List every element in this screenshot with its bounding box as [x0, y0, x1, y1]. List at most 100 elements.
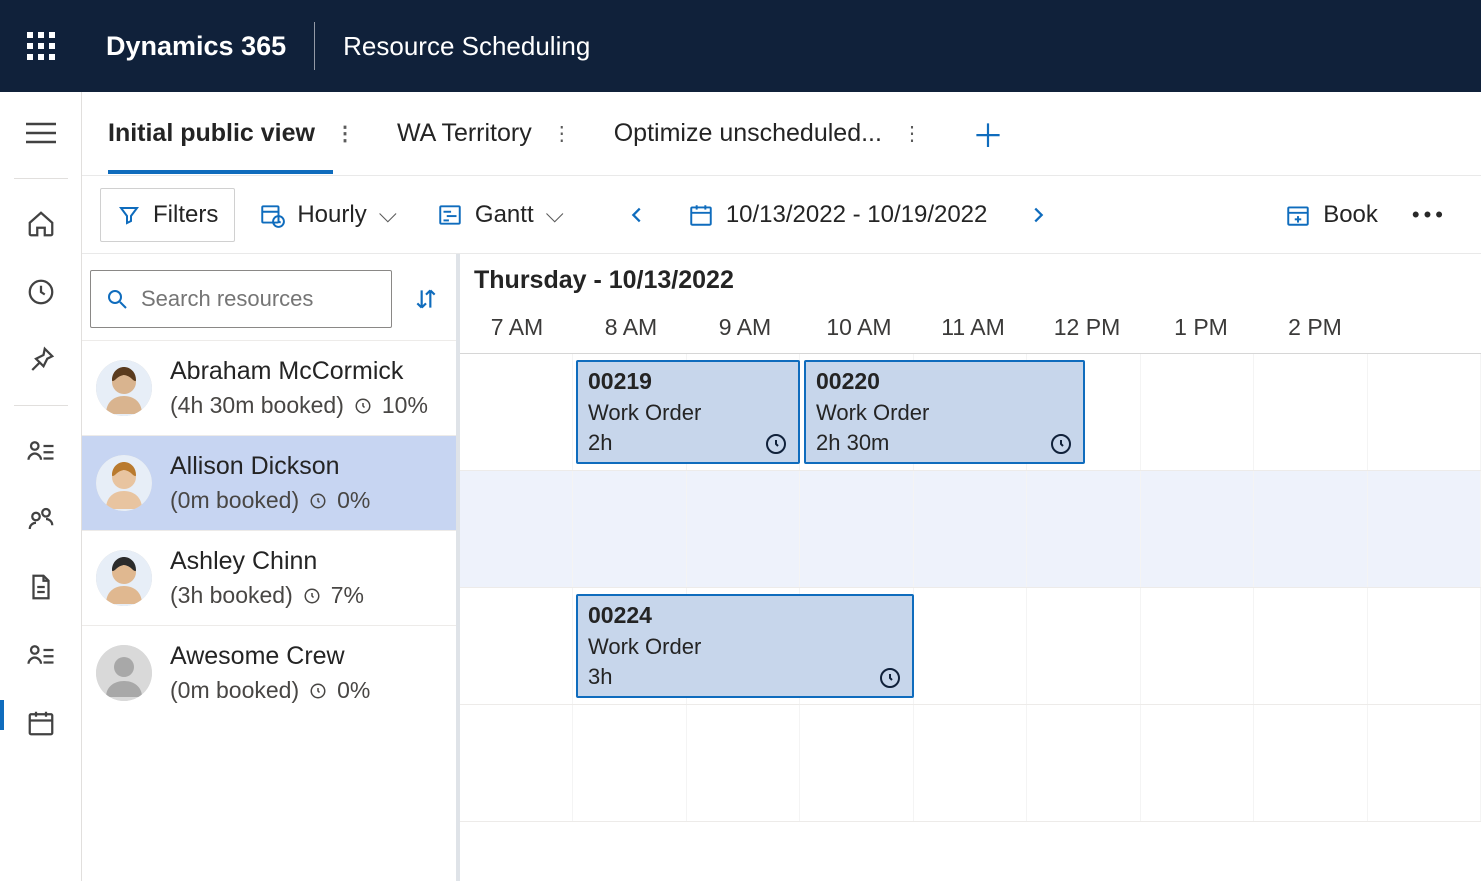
toolbar-overflow-button[interactable]: ••• [1402, 194, 1457, 236]
resource-row[interactable]: Ashley Chinn (3h booked)7% [82, 530, 456, 625]
next-range-button[interactable] [1011, 188, 1065, 242]
booking-type: Work Order [588, 634, 902, 660]
booking-card[interactable]: 00220 Work Order 2h 30m [804, 360, 1085, 464]
pin-icon[interactable] [18, 337, 64, 383]
app-title: Resource Scheduling [343, 31, 590, 62]
resource-subtext: (3h booked)7% [170, 582, 364, 609]
resource-subtext: (0m booked)0% [170, 677, 370, 704]
people-list-icon[interactable] [18, 428, 64, 474]
left-nav-rail [0, 92, 82, 881]
tab-optimize-unscheduled[interactable]: Optimize unscheduled... ⋮ [614, 115, 928, 152]
resource-name: Abraham McCormick [170, 357, 428, 386]
clock-icon [303, 587, 321, 605]
team-icon[interactable] [18, 496, 64, 542]
clock-icon [309, 492, 327, 510]
resource-row[interactable]: Allison Dickson(0m booked)0% [82, 435, 456, 530]
schedule-toolbar: Filters Hourly ⌵ Gantt ⌵ 10/13/2022 - 10… [82, 176, 1481, 254]
calendar-clock-icon [259, 202, 285, 228]
search-icon [105, 287, 129, 311]
calendar-icon [688, 202, 714, 228]
app-header: Dynamics 365 Resource Scheduling [0, 0, 1481, 92]
timeline-row[interactable]: 00224Work Order3h [460, 588, 1481, 705]
tab-label: WA Territory [397, 119, 532, 148]
add-tab-button[interactable]: ＋ [964, 111, 1012, 157]
rail-separator [14, 405, 68, 406]
search-resources-box[interactable] [90, 270, 392, 328]
booking-duration: 2h [588, 430, 612, 456]
home-icon[interactable] [18, 201, 64, 247]
waffle-icon [27, 32, 55, 60]
timeline-pane: Thursday - 10/13/2022 7 AM8 AM9 AM10 AM 1… [460, 254, 1481, 881]
granularity-dropdown[interactable]: Hourly ⌵ [243, 188, 413, 242]
day-label: Thursday - 10/13/2022 [460, 254, 1481, 295]
hour-label: 10 AM [802, 314, 916, 341]
sort-button[interactable] [408, 281, 444, 317]
avatar [96, 360, 152, 416]
resource-name: Ashley Chinn [170, 547, 364, 576]
timeline-header: Thursday - 10/13/2022 7 AM8 AM9 AM10 AM 1… [460, 254, 1481, 354]
granularity-label: Hourly [297, 201, 366, 229]
date-range-label: 10/13/2022 - 10/19/2022 [726, 201, 988, 229]
resource-list: Abraham McCormick(4h 30m booked)10%Allis… [82, 340, 456, 881]
clock-icon [1049, 432, 1073, 456]
hour-label: 1 PM [1144, 314, 1258, 341]
chevron-down-icon: ⌵ [546, 201, 564, 229]
tab-more-icon[interactable]: ⋮ [329, 115, 361, 152]
resource-row[interactable]: Awesome Crew (0m booked)0% [82, 625, 456, 720]
resource-row[interactable]: Abraham McCormick(4h 30m booked)10% [82, 340, 456, 435]
timeline-row[interactable] [460, 705, 1481, 822]
booking-type: Work Order [588, 400, 788, 426]
app-launcher-button[interactable] [18, 23, 64, 69]
filters-button[interactable]: Filters [100, 188, 235, 242]
tab-initial-public-view[interactable]: Initial public view ⋮ [108, 115, 361, 152]
chevron-down-icon: ⌵ [379, 201, 397, 229]
avatar [96, 645, 152, 701]
date-range-picker[interactable]: 10/13/2022 - 10/19/2022 [672, 188, 1004, 242]
avatar [96, 550, 152, 606]
tab-more-icon[interactable]: ⋮ [546, 115, 578, 152]
view-tabs: Initial public view ⋮ WA Territory ⋮ Opt… [82, 92, 1481, 176]
gantt-icon [437, 202, 463, 228]
search-input[interactable] [141, 286, 377, 312]
clock-icon [309, 682, 327, 700]
schedule-board-icon[interactable] [18, 700, 64, 746]
tab-label: Optimize unscheduled... [614, 119, 882, 148]
clock-icon [764, 432, 788, 456]
book-label: Book [1323, 201, 1378, 229]
resource-name: Allison Dickson [170, 452, 370, 481]
clock-icon [354, 397, 372, 415]
hour-label: 9 AM [688, 314, 802, 341]
timeline-row[interactable] [460, 471, 1481, 588]
hamburger-button[interactable] [18, 110, 64, 156]
hour-label: 12 PM [1030, 314, 1144, 341]
recent-icon[interactable] [18, 269, 64, 315]
resource-name: Awesome Crew [170, 642, 370, 671]
filters-label: Filters [153, 201, 218, 229]
prev-range-button[interactable] [610, 188, 664, 242]
booking-type: Work Order [816, 400, 1073, 426]
booking-card[interactable]: 00224Work Order3h [576, 594, 914, 698]
timeline-row[interactable]: 00219Work Order2h00220Work Order2h 30m [460, 354, 1481, 471]
view-mode-dropdown[interactable]: Gantt ⌵ [421, 188, 580, 242]
tab-label: Initial public view [108, 119, 315, 148]
tab-wa-territory[interactable]: WA Territory ⋮ [397, 115, 578, 152]
resource-pane: Abraham McCormick(4h 30m booked)10%Allis… [82, 254, 460, 881]
book-button[interactable]: Book [1269, 188, 1394, 242]
calendar-add-icon [1285, 202, 1311, 228]
rail-separator [14, 178, 68, 179]
avatar [96, 455, 152, 511]
booking-card[interactable]: 00219Work Order2h [576, 360, 800, 464]
view-mode-label: Gantt [475, 201, 534, 229]
booking-id: 00224 [588, 602, 902, 629]
hour-label: 8 AM [574, 314, 688, 341]
document-icon[interactable] [18, 564, 64, 610]
booking-id: 00220 [816, 368, 1073, 395]
booking-duration: 2h 30m [816, 430, 889, 456]
people-list-2-icon[interactable] [18, 632, 64, 678]
tab-more-icon[interactable]: ⋮ [896, 115, 928, 152]
clock-icon [878, 666, 902, 690]
sort-icon [413, 286, 439, 312]
active-indicator [0, 700, 4, 730]
brand-label: Dynamics 365 [106, 31, 286, 62]
hour-label: 7 AM [460, 314, 574, 341]
